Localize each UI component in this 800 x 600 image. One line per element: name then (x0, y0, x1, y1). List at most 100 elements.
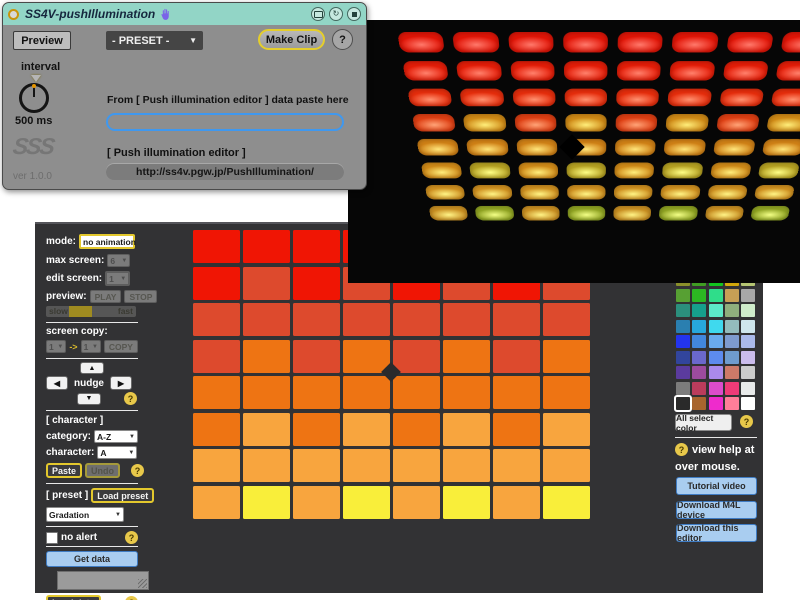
pad-cell[interactable] (343, 486, 390, 519)
palette-swatch[interactable] (709, 304, 723, 317)
pad-cell[interactable] (193, 376, 240, 409)
palette-swatch[interactable] (725, 320, 739, 333)
pad-cell[interactable] (493, 376, 540, 409)
pad-cell[interactable] (393, 486, 440, 519)
nudge-left-button[interactable]: ◀ (46, 376, 68, 390)
nudge-up-button[interactable]: ▲ (80, 362, 104, 374)
pad-cell[interactable] (293, 267, 340, 300)
palette-swatch[interactable] (741, 335, 755, 348)
load-data-button[interactable]: Load data (46, 595, 101, 600)
pad-cell[interactable] (243, 486, 290, 519)
palette-swatch[interactable] (741, 382, 755, 395)
all-select-color-button[interactable]: All select color (675, 414, 732, 431)
palette-swatch[interactable] (725, 382, 739, 395)
get-data-button[interactable]: Get data (46, 551, 138, 567)
pad-cell[interactable] (343, 413, 390, 446)
palette-swatch[interactable] (741, 320, 755, 333)
editor-url-link[interactable]: http://ss4v.pgw.jp/PushIllumination/ (106, 163, 344, 180)
pad-cell[interactable] (543, 376, 590, 409)
pad-cell[interactable] (393, 303, 440, 336)
no-alert-help-icon[interactable]: ? (125, 531, 138, 544)
save-icon[interactable] (347, 7, 361, 21)
speed-slider-handle[interactable] (69, 306, 92, 317)
pad-cell[interactable] (393, 376, 440, 409)
pad-cell[interactable] (543, 449, 590, 482)
pad-cell[interactable] (493, 449, 540, 482)
play-button[interactable]: PLAY (90, 290, 122, 303)
mode-dropdown[interactable]: no animation ▼ (79, 234, 135, 249)
palette-swatch[interactable] (692, 351, 706, 364)
palette-swatch[interactable] (709, 351, 723, 364)
pad-cell[interactable] (443, 303, 490, 336)
pad-cell[interactable] (443, 413, 490, 446)
pad-cell[interactable] (193, 230, 240, 263)
character-help-icon[interactable]: ? (131, 464, 144, 477)
paste-data-input[interactable] (106, 113, 344, 131)
interval-knob[interactable] (19, 83, 49, 113)
palette-swatch[interactable] (709, 320, 723, 333)
palette-swatch[interactable] (676, 335, 690, 348)
pad-cell[interactable] (193, 340, 240, 373)
pad-cell[interactable] (193, 303, 240, 336)
pad-cell[interactable] (293, 486, 340, 519)
pad-cell[interactable] (193, 267, 240, 300)
pad-cell[interactable] (243, 267, 290, 300)
load-preset-button[interactable]: Load preset (91, 488, 154, 503)
palette-swatch[interactable] (676, 320, 690, 333)
palette-swatch[interactable] (709, 382, 723, 395)
palette-swatch[interactable] (709, 397, 723, 410)
pad-cell[interactable] (393, 449, 440, 482)
download-editor-button[interactable]: Download this editor (676, 524, 757, 542)
palette-swatch[interactable] (725, 304, 739, 317)
pad-cell[interactable] (243, 376, 290, 409)
palette-swatch[interactable] (692, 397, 706, 410)
pad-cell[interactable] (493, 486, 540, 519)
palette-swatch[interactable] (676, 397, 690, 410)
pad-cell[interactable] (243, 413, 290, 446)
pad-cell[interactable] (543, 303, 590, 336)
palette-swatch[interactable] (709, 366, 723, 379)
pad-cell[interactable] (443, 449, 490, 482)
palette-swatch[interactable] (709, 335, 723, 348)
pad-cell[interactable] (243, 303, 290, 336)
palette-swatch[interactable] (725, 289, 739, 302)
palette-swatch[interactable] (741, 304, 755, 317)
palette-swatch[interactable] (725, 397, 739, 410)
character-dropdown[interactable]: A ▼ (97, 446, 137, 459)
palette-swatch[interactable] (725, 335, 739, 348)
pad-cell[interactable] (543, 340, 590, 373)
palette-swatch[interactable] (692, 304, 706, 317)
pad-cell[interactable] (493, 303, 540, 336)
palette-swatch[interactable] (709, 289, 723, 302)
palette-swatch[interactable] (692, 366, 706, 379)
pad-cell[interactable] (293, 413, 340, 446)
pad-cell[interactable] (343, 303, 390, 336)
palette-swatch[interactable] (741, 351, 755, 364)
nudge-right-button[interactable]: ▶ (110, 376, 132, 390)
paste-button[interactable]: Paste (46, 463, 82, 478)
pad-cell[interactable] (493, 340, 540, 373)
data-textarea[interactable] (57, 571, 149, 590)
preset-dropdown[interactable]: Gradation ▼ (46, 507, 124, 522)
help-button[interactable]: ? (332, 29, 353, 50)
pad-cell[interactable] (293, 340, 340, 373)
pad-cell[interactable] (493, 413, 540, 446)
pad-cell[interactable] (243, 449, 290, 482)
edit-screen-dropdown[interactable]: 1 ▼ (105, 271, 130, 286)
patching-mode-icon[interactable]: ↻ (329, 7, 343, 21)
max-screen-dropdown[interactable]: 6 ▼ (107, 254, 130, 267)
pad-cell[interactable] (443, 486, 490, 519)
pad-cell[interactable] (293, 449, 340, 482)
download-m4l-device-button[interactable]: Download M4L device (676, 501, 757, 519)
pad-cell[interactable] (243, 230, 290, 263)
palette-swatch[interactable] (676, 382, 690, 395)
tutorial-video-button[interactable]: Tutorial video (676, 477, 757, 495)
presentation-mode-icon[interactable] (311, 7, 325, 21)
undo-button[interactable]: Undo (85, 463, 120, 478)
pad-cell[interactable] (293, 376, 340, 409)
pad-cell[interactable] (343, 340, 390, 373)
load-data-help-icon[interactable]: ? (125, 596, 138, 600)
pad-cell[interactable] (543, 486, 590, 519)
stop-button[interactable]: STOP (124, 290, 157, 303)
pad-cell[interactable] (193, 486, 240, 519)
